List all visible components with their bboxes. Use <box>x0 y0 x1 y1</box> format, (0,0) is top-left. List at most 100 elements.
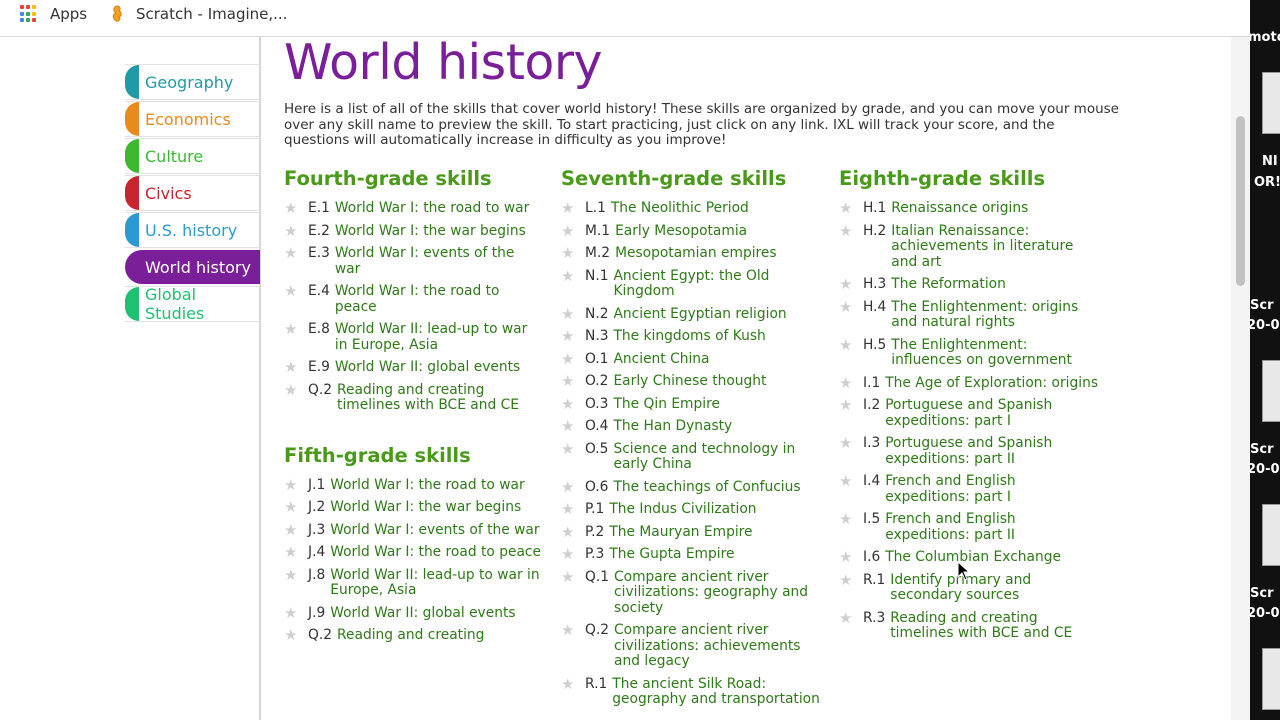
skill-item[interactable]: ★ J.4 World War I: the road to peace <box>284 544 544 561</box>
skill-item[interactable]: ★ O.6 The teachings of Confucius <box>561 479 821 496</box>
skill-item[interactable]: ★ E.9 World War II: global events <box>284 359 544 376</box>
skill-item[interactable]: ★ E.2 World War I: the war begins <box>284 223 544 240</box>
skill-link[interactable]: World War I: the road to peace <box>335 283 544 315</box>
skill-link[interactable]: World War I: the road to peace <box>330 544 544 561</box>
skill-item[interactable]: ★ I.4 French and English expeditions: part… <box>839 473 1099 505</box>
skill-link[interactable]: Identify primary and secondary sources <box>890 572 1099 604</box>
skill-link[interactable]: Renaissance origins <box>891 200 1099 217</box>
skill-link[interactable]: Reading and creating timelines with BCE … <box>337 382 544 414</box>
skill-link[interactable]: The Neolithic Period <box>611 200 821 217</box>
skill-link[interactable]: World War I: the war begins <box>335 223 544 240</box>
skill-link[interactable]: Italian Renaissance: achievements in lit… <box>891 223 1099 271</box>
skill-item[interactable]: ★ M.1 Early Mesopotamia <box>561 223 821 240</box>
skill-link[interactable]: The kingdoms of Kush <box>613 328 821 345</box>
skill-link[interactable]: Mesopotamian empires <box>615 245 821 262</box>
skill-item[interactable]: ★ J.3 World War I: events of the war <box>284 522 544 539</box>
skill-item[interactable]: ★ N.2 Ancient Egyptian religion <box>561 306 821 323</box>
skill-link[interactable]: French and English expeditions: part II <box>885 511 1099 543</box>
skill-link[interactable]: Ancient China <box>613 351 821 368</box>
skill-item[interactable]: ★ H.3 The Reformation <box>839 276 1099 293</box>
skill-link[interactable]: The Reformation <box>891 276 1099 293</box>
skill-item[interactable]: ★ O.3 The Qin Empire <box>561 396 821 413</box>
skill-link[interactable]: The Columbian Exchange <box>885 549 1099 566</box>
skill-item[interactable]: ★ E.3 World War I: events of the war <box>284 245 544 277</box>
sidebar-item-geography[interactable]: Geography <box>125 64 260 100</box>
sidebar-item-u-s-history[interactable]: U.S. history <box>125 212 260 248</box>
skill-item[interactable]: ★ Q.2 Reading and creating <box>284 627 544 644</box>
skill-link[interactable]: Reading and creating timelines with BCE … <box>890 610 1099 642</box>
skill-item[interactable]: ★ E.4 World War I: the road to peace <box>284 283 544 315</box>
sidebar-item-culture[interactable]: Culture <box>125 138 260 174</box>
skill-link[interactable]: The teachings of Confucius <box>613 479 821 496</box>
skill-link[interactable]: The Han Dynasty <box>613 418 821 435</box>
skill-item[interactable]: ★ H.5 The Enlightenment: influences on gov… <box>839 337 1099 369</box>
skill-link[interactable]: The Enlightenment: origins and natural r… <box>891 299 1099 331</box>
sidebar-item-economics[interactable]: Economics <box>125 101 260 137</box>
skill-link[interactable]: World War I: the road to war <box>335 200 544 217</box>
skill-link[interactable]: Compare ancient river civilizations: ach… <box>614 622 821 670</box>
skill-item[interactable]: ★ H.1 Renaissance origins <box>839 200 1099 217</box>
scrollbar-thumb[interactable] <box>1236 116 1245 286</box>
skill-link[interactable]: Portuguese and Spanish expeditions: part… <box>885 435 1099 467</box>
skill-item[interactable]: ★ N.3 The kingdoms of Kush <box>561 328 821 345</box>
skill-item[interactable]: ★ L.1 The Neolithic Period <box>561 200 821 217</box>
skill-link[interactable]: The Age of Exploration: origins <box>885 375 1099 392</box>
skill-item[interactable]: ★ E.8 World War II: lead-up to war in Euro… <box>284 321 544 353</box>
skill-item[interactable]: ★ H.2 Italian Renaissance: achievements in… <box>839 223 1099 271</box>
sidebar-item-civics[interactable]: Civics <box>125 175 260 211</box>
skill-item[interactable]: ★ O.5 Science and technology in early Chin… <box>561 441 821 473</box>
skill-item[interactable]: ★ J.8 World War II: lead-up to war in Euro… <box>284 567 544 599</box>
skill-link[interactable]: World War II: global events <box>335 359 544 376</box>
star-icon: ★ <box>839 570 853 589</box>
skill-link[interactable]: Portuguese and Spanish expeditions: part… <box>885 397 1099 429</box>
skill-link[interactable]: World War I: the road to war <box>330 477 544 494</box>
skill-item[interactable]: ★ P.3 The Gupta Empire <box>561 546 821 563</box>
skill-item[interactable]: ★ P.1 The Indus Civilization <box>561 501 821 518</box>
skill-item[interactable]: ★ E.1 World War I: the road to war <box>284 200 544 217</box>
skill-link[interactable]: French and English expeditions: part I <box>885 473 1099 505</box>
skill-link[interactable]: World War II: global events <box>330 605 544 622</box>
skill-item[interactable]: ★ P.2 The Mauryan Empire <box>561 524 821 541</box>
skill-item[interactable]: ★ J.2 World War I: the war begins <box>284 499 544 516</box>
skill-link[interactable]: The Gupta Empire <box>609 546 821 563</box>
skill-link[interactable]: Compare ancient river civilizations: geo… <box>614 569 821 617</box>
skill-link[interactable]: World War I: events of the war <box>335 245 544 277</box>
skill-item[interactable]: ★ Q.2 Compare ancient river civilizations:… <box>561 622 821 670</box>
skill-link[interactable]: World War I: the war begins <box>330 499 544 516</box>
skill-item[interactable]: ★ R.3 Reading and creating timelines with … <box>839 610 1099 642</box>
skill-item[interactable]: ★ O.1 Ancient China <box>561 351 821 368</box>
skill-item[interactable]: ★ M.2 Mesopotamian empires <box>561 245 821 262</box>
skill-link[interactable]: Early Chinese thought <box>613 373 821 390</box>
skill-link[interactable]: World War I: events of the war <box>330 522 544 539</box>
skill-item[interactable]: ★ Q.1 Compare ancient river civilizations:… <box>561 569 821 617</box>
skill-item[interactable]: ★ O.2 Early Chinese thought <box>561 372 821 390</box>
skill-link[interactable]: World War II: lead-up to war in Europe, … <box>330 567 544 599</box>
skill-item[interactable]: ★ I.3 Portuguese and Spanish expeditions: … <box>839 435 1099 467</box>
skill-link[interactable]: The Enlightenment: influences on governm… <box>891 337 1099 369</box>
skill-link[interactable]: The Qin Empire <box>613 396 821 413</box>
skill-item[interactable]: ★ I.5 French and English expeditions: part… <box>839 511 1099 543</box>
skill-item[interactable]: ★ H.4 The Enlightenment: origins and natur… <box>839 299 1099 331</box>
skill-item[interactable]: ★ N.1 Ancient Egypt: the Old Kingdom <box>561 268 821 300</box>
sidebar-item-world-history[interactable]: World history <box>125 249 260 285</box>
skill-link[interactable]: Science and technology in early China <box>613 441 821 473</box>
skill-link[interactable]: The Indus Civilization <box>609 501 821 518</box>
skill-link[interactable]: Ancient Egypt: the Old Kingdom <box>613 268 821 300</box>
skill-link[interactable]: The Mauryan Empire <box>609 524 821 541</box>
skill-item[interactable]: ★ J.9 World War II: global events <box>284 605 544 622</box>
skill-item[interactable]: ★ I.2 Portuguese and Spanish expeditions: … <box>839 397 1099 429</box>
skill-item[interactable]: ★ O.4 The Han Dynasty <box>561 418 821 435</box>
skill-link[interactable]: Reading and creating <box>337 627 544 644</box>
sidebar-item-global-studies[interactable]: Global Studies <box>125 285 260 323</box>
star-icon: ★ <box>561 372 575 390</box>
skill-link[interactable]: World War II: lead-up to war in Europe, … <box>335 321 544 353</box>
apps-bookmark[interactable]: Apps <box>20 4 87 24</box>
scratch-bookmark[interactable]: Scratch - Imagine,... <box>110 4 287 24</box>
skill-item[interactable]: ★ J.1 World War I: the road to war <box>284 477 544 494</box>
skill-item[interactable]: ★ R.1 The ancient Silk Road: geography and… <box>561 676 821 708</box>
skill-link[interactable]: Ancient Egyptian religion <box>613 306 821 323</box>
skill-link[interactable]: The ancient Silk Road: geography and tra… <box>612 676 821 708</box>
skill-link[interactable]: Early Mesopotamia <box>615 223 821 240</box>
skill-item[interactable]: ★ I.1 The Age of Exploration: origins <box>839 375 1099 392</box>
skill-item[interactable]: ★ Q.2 Reading and creating timelines with … <box>284 382 544 414</box>
